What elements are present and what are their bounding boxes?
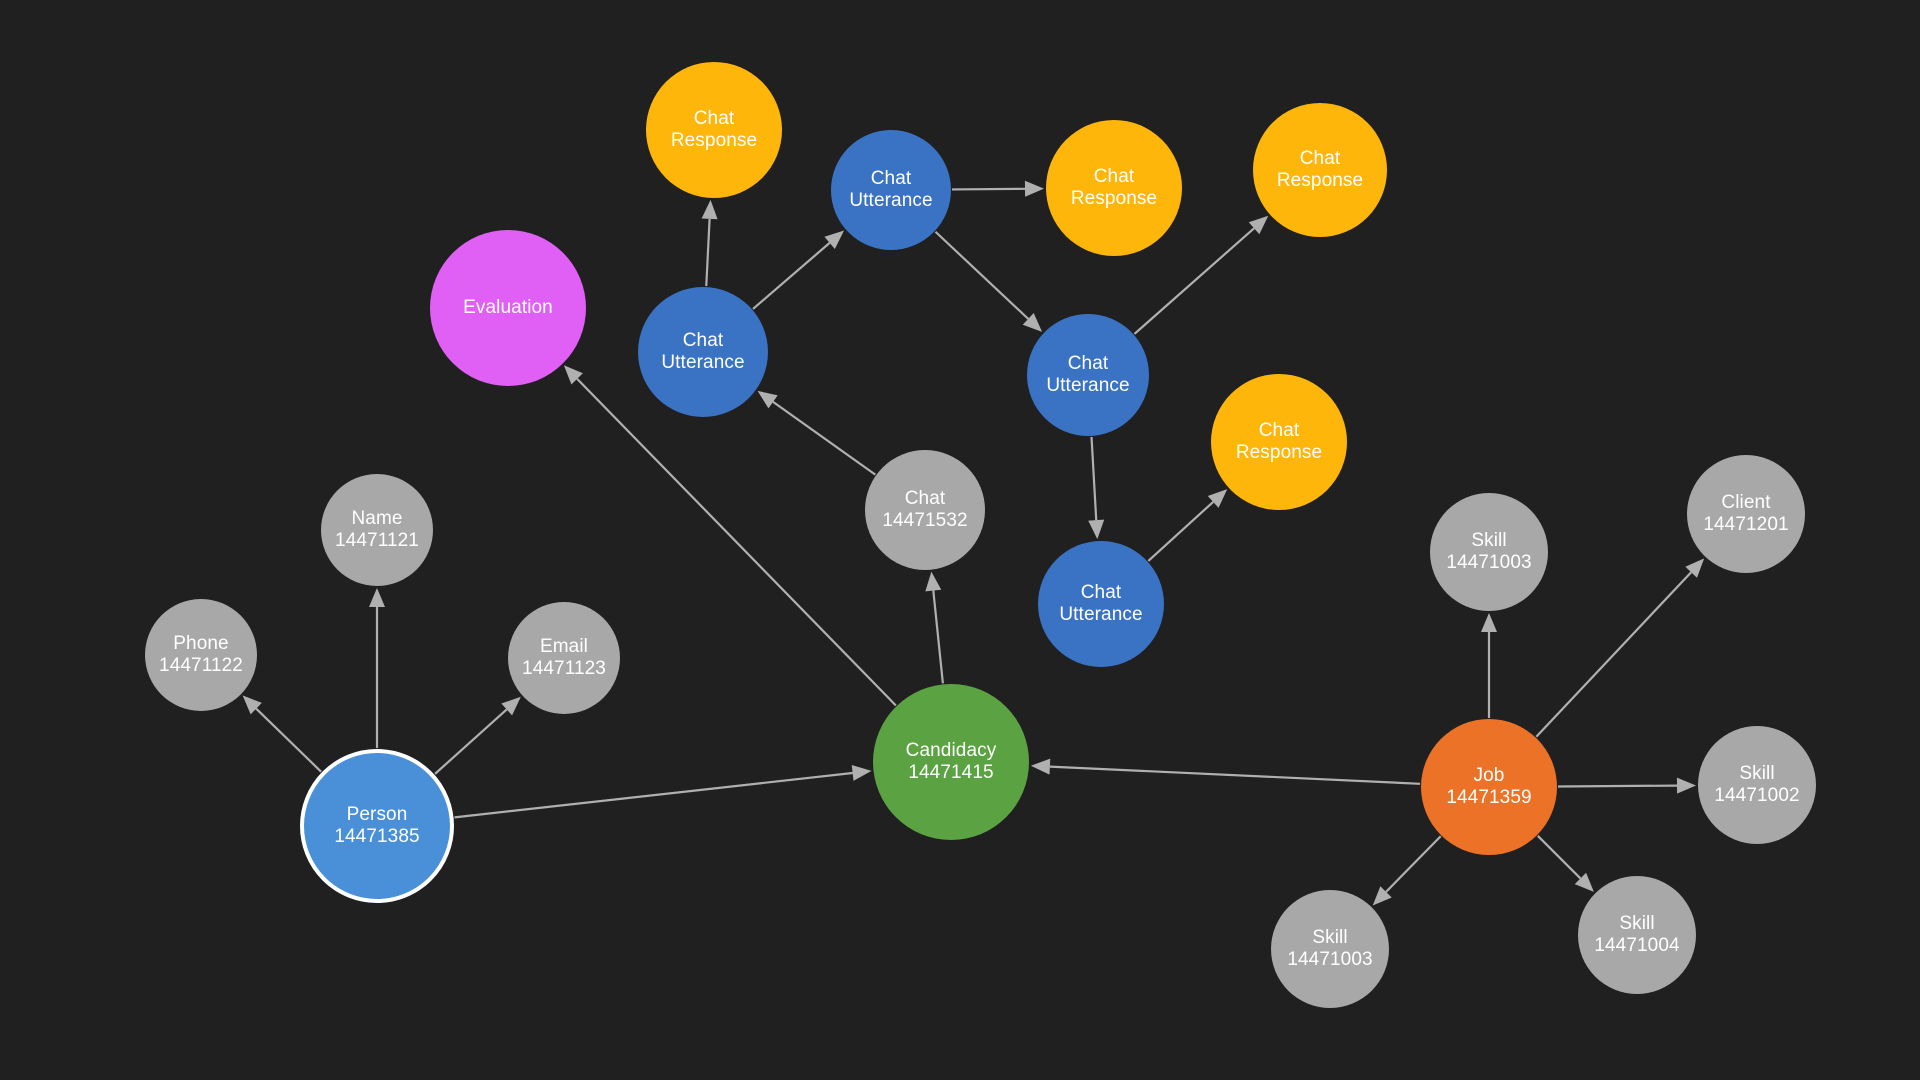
graph-edge-chat-14471532-to-chat-utterance-2 bbox=[757, 390, 876, 476]
graph-node-name-14471121[interactable]: Name 14471121 bbox=[321, 474, 433, 586]
graph-edge-person-14471385-to-candidacy-14471415 bbox=[454, 765, 872, 819]
node-id: 14471003 bbox=[1446, 552, 1532, 573]
node-label-line2: Response bbox=[1276, 170, 1364, 191]
graph-node-person-14471385[interactable]: Person 14471385 bbox=[300, 749, 454, 903]
graph-edge-job-14471359-to-candidacy-14471415 bbox=[1030, 758, 1421, 785]
graph-node-chat-response-4[interactable]: Chat Response bbox=[1211, 374, 1347, 510]
graph-node-chat-utterance-3[interactable]: Chat Utterance bbox=[1027, 314, 1149, 436]
graph-edge-job-14471359-to-skill-14471002 bbox=[1557, 777, 1696, 794]
graph-edge-chat-utterance-2-to-chat-response-1 bbox=[701, 199, 718, 287]
graph-node-candidacy-14471415[interactable]: Candidacy 14471415 bbox=[873, 684, 1029, 840]
node-label-line2: Response bbox=[1070, 188, 1158, 209]
node-id: 14471004 bbox=[1594, 935, 1680, 956]
node-label-line2: Utterance bbox=[1059, 604, 1143, 625]
graph-node-chat-response-2[interactable]: Chat Response bbox=[1046, 120, 1182, 256]
node-id: 14471003 bbox=[1287, 949, 1373, 970]
node-label: Person bbox=[346, 803, 408, 825]
node-label: Skill bbox=[1739, 762, 1775, 784]
node-label-line2: Utterance bbox=[1046, 375, 1130, 396]
graph-edge-candidacy-14471415-to-chat-14471532 bbox=[925, 571, 944, 684]
node-label: Evaluation bbox=[463, 296, 553, 318]
graph-node-skill-14471003-a[interactable]: Skill 14471003 bbox=[1430, 493, 1548, 611]
node-id: 14471201 bbox=[1703, 514, 1789, 535]
graph-edge-chat-utterance-3-to-chat-utterance-4 bbox=[1088, 436, 1105, 540]
graph-node-chat-utterance-1[interactable]: Chat Utterance bbox=[831, 130, 951, 250]
graph-node-skill-14471004[interactable]: Skill 14471004 bbox=[1578, 876, 1696, 994]
node-label: Job bbox=[1473, 764, 1505, 786]
graph-node-chat-response-1[interactable]: Chat Response bbox=[646, 62, 782, 198]
node-label-line2: Utterance bbox=[849, 190, 933, 211]
node-label: Name bbox=[351, 507, 403, 529]
node-label: Email bbox=[539, 635, 588, 657]
graph-edge-chat-utterance-1-to-chat-response-2 bbox=[951, 180, 1044, 197]
node-label: Candidacy bbox=[905, 739, 997, 761]
node-label: Skill bbox=[1471, 529, 1507, 551]
node-label-line2: Utterance bbox=[661, 352, 745, 373]
node-id: 14471385 bbox=[334, 826, 420, 847]
graph-edge-person-14471385-to-email-14471123 bbox=[434, 696, 521, 775]
node-id: 14471121 bbox=[335, 530, 419, 551]
node-label: Chat bbox=[1258, 419, 1300, 441]
node-id: 14471415 bbox=[908, 762, 994, 783]
graph-edge-chat-utterance-2-to-chat-utterance-1 bbox=[752, 230, 845, 310]
node-id: 14471123 bbox=[522, 658, 606, 679]
graph-canvas[interactable]: Chat Response Chat Utterance Chat Response Cha… bbox=[0, 0, 1920, 1080]
node-label: Chat bbox=[1080, 581, 1122, 603]
node-label: Phone bbox=[173, 632, 229, 654]
node-id: 14471122 bbox=[159, 655, 243, 676]
node-label: Chat bbox=[904, 487, 946, 509]
graph-edge-person-14471385-to-name-14471121 bbox=[369, 588, 385, 748]
node-id: 14471002 bbox=[1714, 785, 1800, 806]
node-label: Chat bbox=[693, 107, 735, 129]
graph-edge-chat-utterance-1-to-chat-utterance-3 bbox=[934, 230, 1043, 332]
graph-edge-job-14471359-to-skill-14471003-b bbox=[1372, 835, 1442, 906]
node-label: Skill bbox=[1619, 912, 1655, 934]
graph-edge-chat-utterance-4-to-chat-response-4 bbox=[1147, 489, 1228, 562]
graph-node-chat-14471532[interactable]: Chat 14471532 bbox=[865, 450, 985, 570]
graph-node-client-14471201[interactable]: Client 14471201 bbox=[1687, 455, 1805, 573]
graph-node-evaluation[interactable]: Evaluation bbox=[430, 230, 586, 386]
node-label-line2: Response bbox=[1235, 442, 1323, 463]
node-label: Chat bbox=[1299, 147, 1341, 169]
graph-node-job-14471359[interactable]: Job 14471359 bbox=[1421, 719, 1557, 855]
graph-node-email-14471123[interactable]: Email 14471123 bbox=[508, 602, 620, 714]
graph-node-chat-utterance-4[interactable]: Chat Utterance bbox=[1038, 541, 1164, 667]
node-label: Chat bbox=[1093, 165, 1135, 187]
node-label: Chat bbox=[870, 167, 912, 189]
graph-node-chat-response-3[interactable]: Chat Response bbox=[1253, 103, 1387, 237]
graph-node-chat-utterance-2[interactable]: Chat Utterance bbox=[638, 287, 768, 417]
node-id: 14471532 bbox=[882, 510, 968, 531]
node-label: Skill bbox=[1312, 926, 1348, 948]
node-id: 14471359 bbox=[1446, 787, 1532, 808]
node-label: Client bbox=[1721, 491, 1771, 513]
node-label: Chat bbox=[1067, 352, 1109, 374]
graph-node-skill-14471003-b[interactable]: Skill 14471003 bbox=[1271, 890, 1389, 1008]
node-label-line2: Response bbox=[670, 130, 758, 151]
graph-edge-job-14471359-to-client-14471201 bbox=[1535, 558, 1705, 738]
graph-edge-job-14471359-to-skill-14471004 bbox=[1537, 835, 1594, 892]
graph-edge-job-14471359-to-skill-14471003-a bbox=[1481, 613, 1497, 718]
node-label: Chat bbox=[682, 329, 724, 351]
graph-node-phone-14471122[interactable]: Phone 14471122 bbox=[145, 599, 257, 711]
graph-node-skill-14471002[interactable]: Skill 14471002 bbox=[1698, 726, 1816, 844]
graph-edge-person-14471385-to-phone-14471122 bbox=[242, 695, 322, 773]
